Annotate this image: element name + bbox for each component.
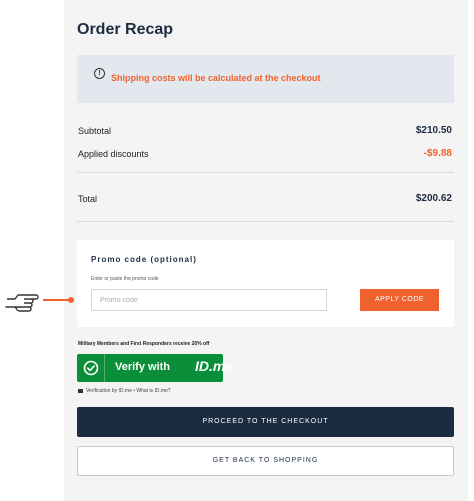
discounts-value: -$9.88 bbox=[423, 148, 452, 159]
promo-code-section: Promo code (optional) Enter or paste the… bbox=[77, 240, 454, 327]
subtotal-label: Subtotal bbox=[78, 126, 112, 136]
total-label: Total bbox=[78, 194, 98, 204]
promo-subtitle: Enter or paste the promo code bbox=[91, 276, 159, 282]
info-icon: ! bbox=[94, 68, 105, 79]
total-value: $200.62 bbox=[415, 193, 452, 204]
verify-idme-button[interactable]: Verify with ID.me bbox=[77, 354, 233, 382]
divider bbox=[77, 172, 454, 173]
verification-note: Verification by ID.me • What is ID.me? bbox=[78, 388, 171, 394]
lock-icon bbox=[78, 389, 83, 393]
shipping-notice: ! Shipping costs will be calculated at t… bbox=[77, 55, 454, 103]
pointer-dot bbox=[68, 297, 74, 303]
check-circle-icon bbox=[77, 354, 105, 382]
apply-code-button[interactable]: APPLY CODE bbox=[360, 289, 439, 311]
verification-text[interactable]: Verification by ID.me • What is ID.me? bbox=[86, 388, 171, 394]
idme-logo: ID.me bbox=[195, 358, 234, 374]
pointer-line bbox=[43, 299, 71, 301]
shipping-notice-text: Shipping costs will be calculated at the… bbox=[111, 73, 321, 83]
discounts-label: Applied discounts bbox=[78, 149, 149, 159]
verify-label: Verify with bbox=[115, 361, 171, 373]
subtotal-value: $210.50 bbox=[415, 125, 452, 136]
pointing-hand-icon bbox=[5, 294, 39, 312]
page-title: Order Recap bbox=[77, 21, 174, 38]
promo-title: Promo code (optional) bbox=[91, 255, 197, 264]
proceed-checkout-button[interactable]: PROCEED TO THE CHECKOUT bbox=[77, 407, 454, 437]
divider bbox=[77, 221, 454, 222]
back-to-shopping-button[interactable]: GET BACK TO SHOPPING bbox=[77, 446, 454, 476]
promo-code-input[interactable] bbox=[91, 289, 327, 311]
military-offer-text: Military Members and First Responders re… bbox=[78, 341, 210, 347]
